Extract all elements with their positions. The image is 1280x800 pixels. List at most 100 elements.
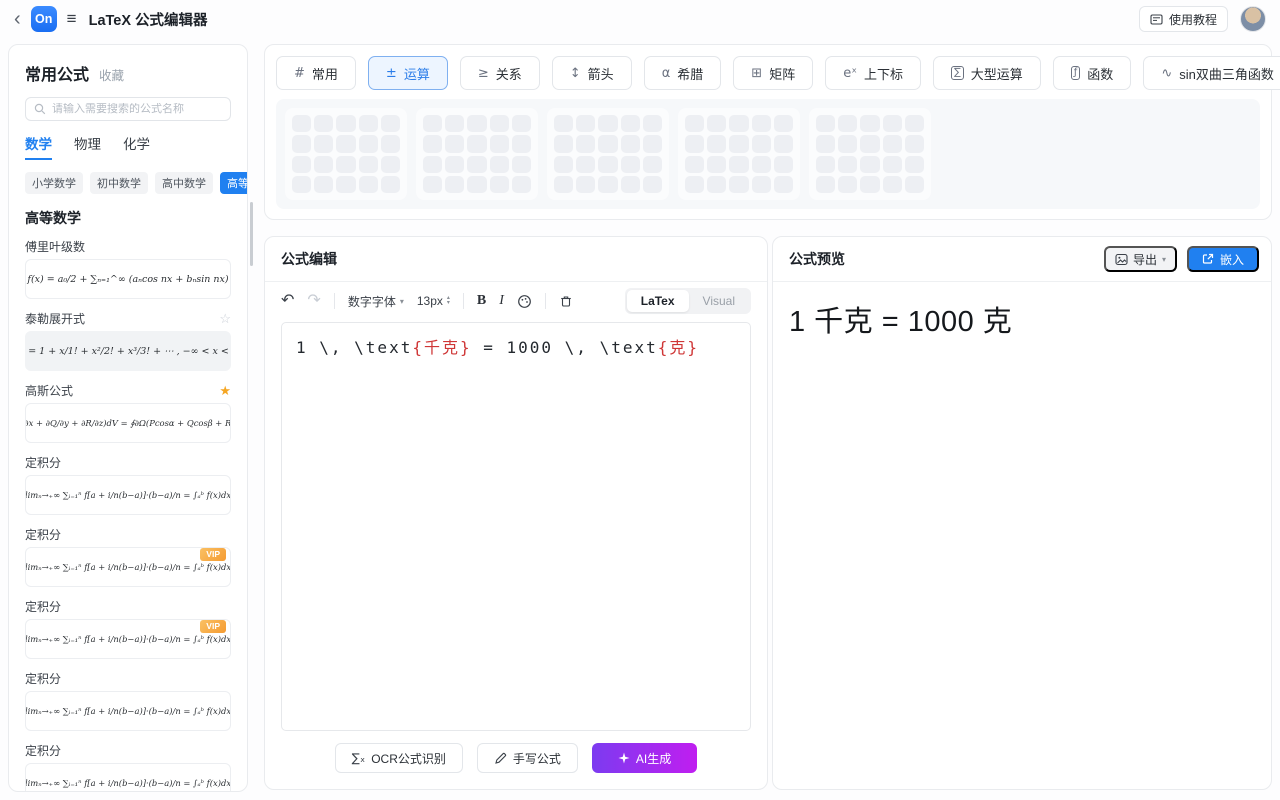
- formula-item: 高斯公式 ★ ∭Ω(∂P/∂x + ∂Q/∂y + ∂R/∂z)dV = ∮∂Ω…: [25, 382, 231, 443]
- stepper-arrows-icon: ▴▾: [447, 296, 450, 306]
- handwrite-button[interactable]: 手写公式: [477, 743, 578, 773]
- ai-generate-button[interactable]: AI生成: [592, 743, 697, 773]
- formula-card[interactable]: limₙ→₊∞ ∑ᵢ₌₁ⁿ f[a + i/n(b−a)]·(b−a)/n = …: [25, 691, 231, 731]
- user-avatar[interactable]: [1240, 6, 1266, 32]
- star-outline-icon[interactable]: ☆: [219, 312, 231, 325]
- symbol-category-panel: # 常用 ± 运算 ≥ 关系 ↕ 箭头 α 希腊 ⊞ 矩阵: [264, 44, 1272, 220]
- chip-primary-math[interactable]: 小学数学: [25, 172, 83, 194]
- tab-chemistry[interactable]: 化学: [123, 133, 150, 160]
- skeleton-cell: [490, 156, 509, 173]
- ocr-recognize-button[interactable]: ∑ₓ OCR公式识别: [335, 743, 463, 773]
- app-logo[interactable]: On: [31, 6, 57, 32]
- star-filled-icon[interactable]: ★: [219, 384, 231, 397]
- chip-senior-math[interactable]: 高中数学: [155, 172, 213, 194]
- font-size-stepper[interactable]: 13px ▴▾: [417, 294, 450, 308]
- formula-item: 定积分 limₙ→₊∞ ∑ᵢ₌₁ⁿ f[a + i/n(b−a)]·(b−a)/…: [25, 742, 231, 792]
- function-box-icon: ƒ: [1071, 66, 1081, 80]
- skeleton-cell: [576, 115, 595, 132]
- skeleton-cell: [729, 156, 748, 173]
- formula-card[interactable]: ∭Ω(∂P/∂x + ∂Q/∂y + ∂R/∂z)dV = ∮∂Ω(Pcosα …: [25, 403, 231, 443]
- plus-minus-icon: ±: [386, 66, 397, 81]
- search-input[interactable]: [52, 103, 222, 115]
- code-token: 1 \, \text: [296, 338, 412, 357]
- sidebar-scrollbar[interactable]: [250, 202, 253, 266]
- category-tab-scripts[interactable]: eˣ 上下标: [825, 56, 921, 90]
- skeleton-cell: [643, 176, 662, 193]
- skeleton-cell: [752, 135, 771, 152]
- formula-edit-panel: 公式编辑 ↶ ↷ 数字字体▾ 13px ▴▾ B I: [264, 236, 768, 790]
- formula-search[interactable]: [25, 97, 231, 121]
- formula-card[interactable]: limₙ→₊∞ ∑ᵢ₌₁ⁿ f[a + i/n(b−a)]·(b−a)/n = …: [25, 619, 231, 659]
- sine-wave-icon: ∿: [1161, 66, 1172, 81]
- up-down-arrow-icon: ↕: [570, 66, 581, 81]
- skeleton-group: [809, 108, 931, 200]
- category-tab-functions[interactable]: ƒ 函数: [1053, 56, 1132, 90]
- embed-button[interactable]: 嵌入: [1187, 246, 1259, 272]
- skeleton-cell: [816, 135, 835, 152]
- category-tab-operators[interactable]: ± 运算: [368, 56, 448, 90]
- tutorial-icon: [1150, 13, 1163, 26]
- app-title: LaTeX 公式编辑器: [89, 9, 208, 30]
- skeleton-cell: [512, 156, 531, 173]
- formula-card[interactable]: f(x) = a₀/2 + ∑ₙ₌₁^∞ (aₙcos nx + bₙsin n…: [25, 259, 231, 299]
- export-button[interactable]: 导出 ▾: [1104, 246, 1177, 272]
- favorites-link[interactable]: 收藏: [99, 65, 124, 84]
- sparkle-icon: [618, 752, 630, 764]
- category-tab-trig[interactable]: ∿ sin双曲三角函数: [1143, 56, 1280, 90]
- undo-icon[interactable]: ↶: [281, 293, 294, 309]
- skeleton-cell: [816, 176, 835, 193]
- font-family-dropdown[interactable]: 数字字体▾: [348, 293, 404, 310]
- bold-button[interactable]: B: [477, 293, 486, 309]
- category-tab-arrows[interactable]: ↕ 箭头: [552, 56, 632, 90]
- skeleton-cell: [576, 176, 595, 193]
- chip-junior-math[interactable]: 初中数学: [90, 172, 148, 194]
- tutorial-button[interactable]: 使用教程: [1139, 6, 1228, 32]
- hamburger-menu-icon[interactable]: ≡: [67, 9, 77, 29]
- category-tab-relations[interactable]: ≥ 关系: [460, 56, 540, 90]
- chip-advanced-math[interactable]: 高等数学: [220, 172, 248, 194]
- skeleton-cell: [685, 156, 704, 173]
- skeleton-cell: [752, 176, 771, 193]
- category-tab-matrix[interactable]: ⊞ 矩阵: [733, 56, 813, 90]
- category-tab-greek[interactable]: α 希腊: [644, 56, 722, 90]
- formula-card[interactable]: limₙ→₊∞ ∑ᵢ₌₁ⁿ f[a + i/n(b−a)]·(b−a)/n = …: [25, 763, 231, 792]
- formula-card[interactable]: eˣ = 1 + x/1! + x²/2! + x³/3! + ⋯ , −∞ <…: [25, 331, 231, 371]
- skeleton-cell: [816, 156, 835, 173]
- level-chips: 小学数学 初中数学 高中数学 高等数学: [25, 172, 231, 194]
- skeleton-cell: [707, 176, 726, 193]
- skeleton-cell: [905, 176, 924, 193]
- category-tab-common[interactable]: # 常用: [276, 56, 356, 90]
- skeleton-cell: [905, 135, 924, 152]
- skeleton-cell: [598, 115, 617, 132]
- skeleton-cell: [292, 176, 311, 193]
- skeleton-cell: [576, 135, 595, 152]
- skeleton-cell: [860, 115, 879, 132]
- redo-icon[interactable]: ↷: [307, 293, 320, 309]
- clear-trash-icon[interactable]: [559, 294, 573, 308]
- skeleton-cell: [838, 176, 857, 193]
- back-chevron-icon[interactable]: ‹: [14, 9, 21, 29]
- chevron-down-icon: ▾: [400, 297, 404, 306]
- editor-panel-title: 公式编辑: [281, 249, 337, 269]
- skeleton-cell: [512, 135, 531, 152]
- italic-button[interactable]: I: [499, 293, 504, 309]
- formula-item: 定积分 limₙ→₊∞ ∑ᵢ₌₁ⁿ f[a + i/n(b−a)]·(b−a)/…: [25, 454, 231, 515]
- skeleton-cell: [445, 156, 464, 173]
- color-palette-icon[interactable]: [517, 294, 532, 309]
- category-tab-big-operators[interactable]: ∑ 大型运算: [933, 56, 1041, 90]
- skeleton-cell: [707, 115, 726, 132]
- mode-visual[interactable]: Visual: [689, 290, 749, 312]
- formula-card[interactable]: limₙ→₊∞ ∑ᵢ₌₁ⁿ f[a + i/n(b−a)]·(b−a)/n = …: [25, 547, 231, 587]
- formula-card[interactable]: limₙ→₊∞ ∑ᵢ₌₁ⁿ f[a + i/n(b−a)]·(b−a)/n = …: [25, 475, 231, 515]
- tab-physics[interactable]: 物理: [74, 133, 101, 160]
- skeleton-cell: [643, 115, 662, 132]
- skeleton-cell: [598, 176, 617, 193]
- tab-math[interactable]: 数学: [25, 133, 52, 160]
- skeleton-cell: [838, 115, 857, 132]
- skeleton-cell: [423, 176, 442, 193]
- mode-latex[interactable]: LaTex: [627, 290, 689, 312]
- tutorial-label: 使用教程: [1169, 11, 1217, 28]
- formula-item: 定积分 limₙ→₊∞ ∑ᵢ₌₁ⁿ f[a + i/n(b−a)]·(b−a)/…: [25, 598, 231, 659]
- formula-item-label: 定积分: [25, 742, 61, 759]
- latex-code-input[interactable]: 1 \, \text{千克} = 1000 \, \text{克}: [281, 322, 751, 731]
